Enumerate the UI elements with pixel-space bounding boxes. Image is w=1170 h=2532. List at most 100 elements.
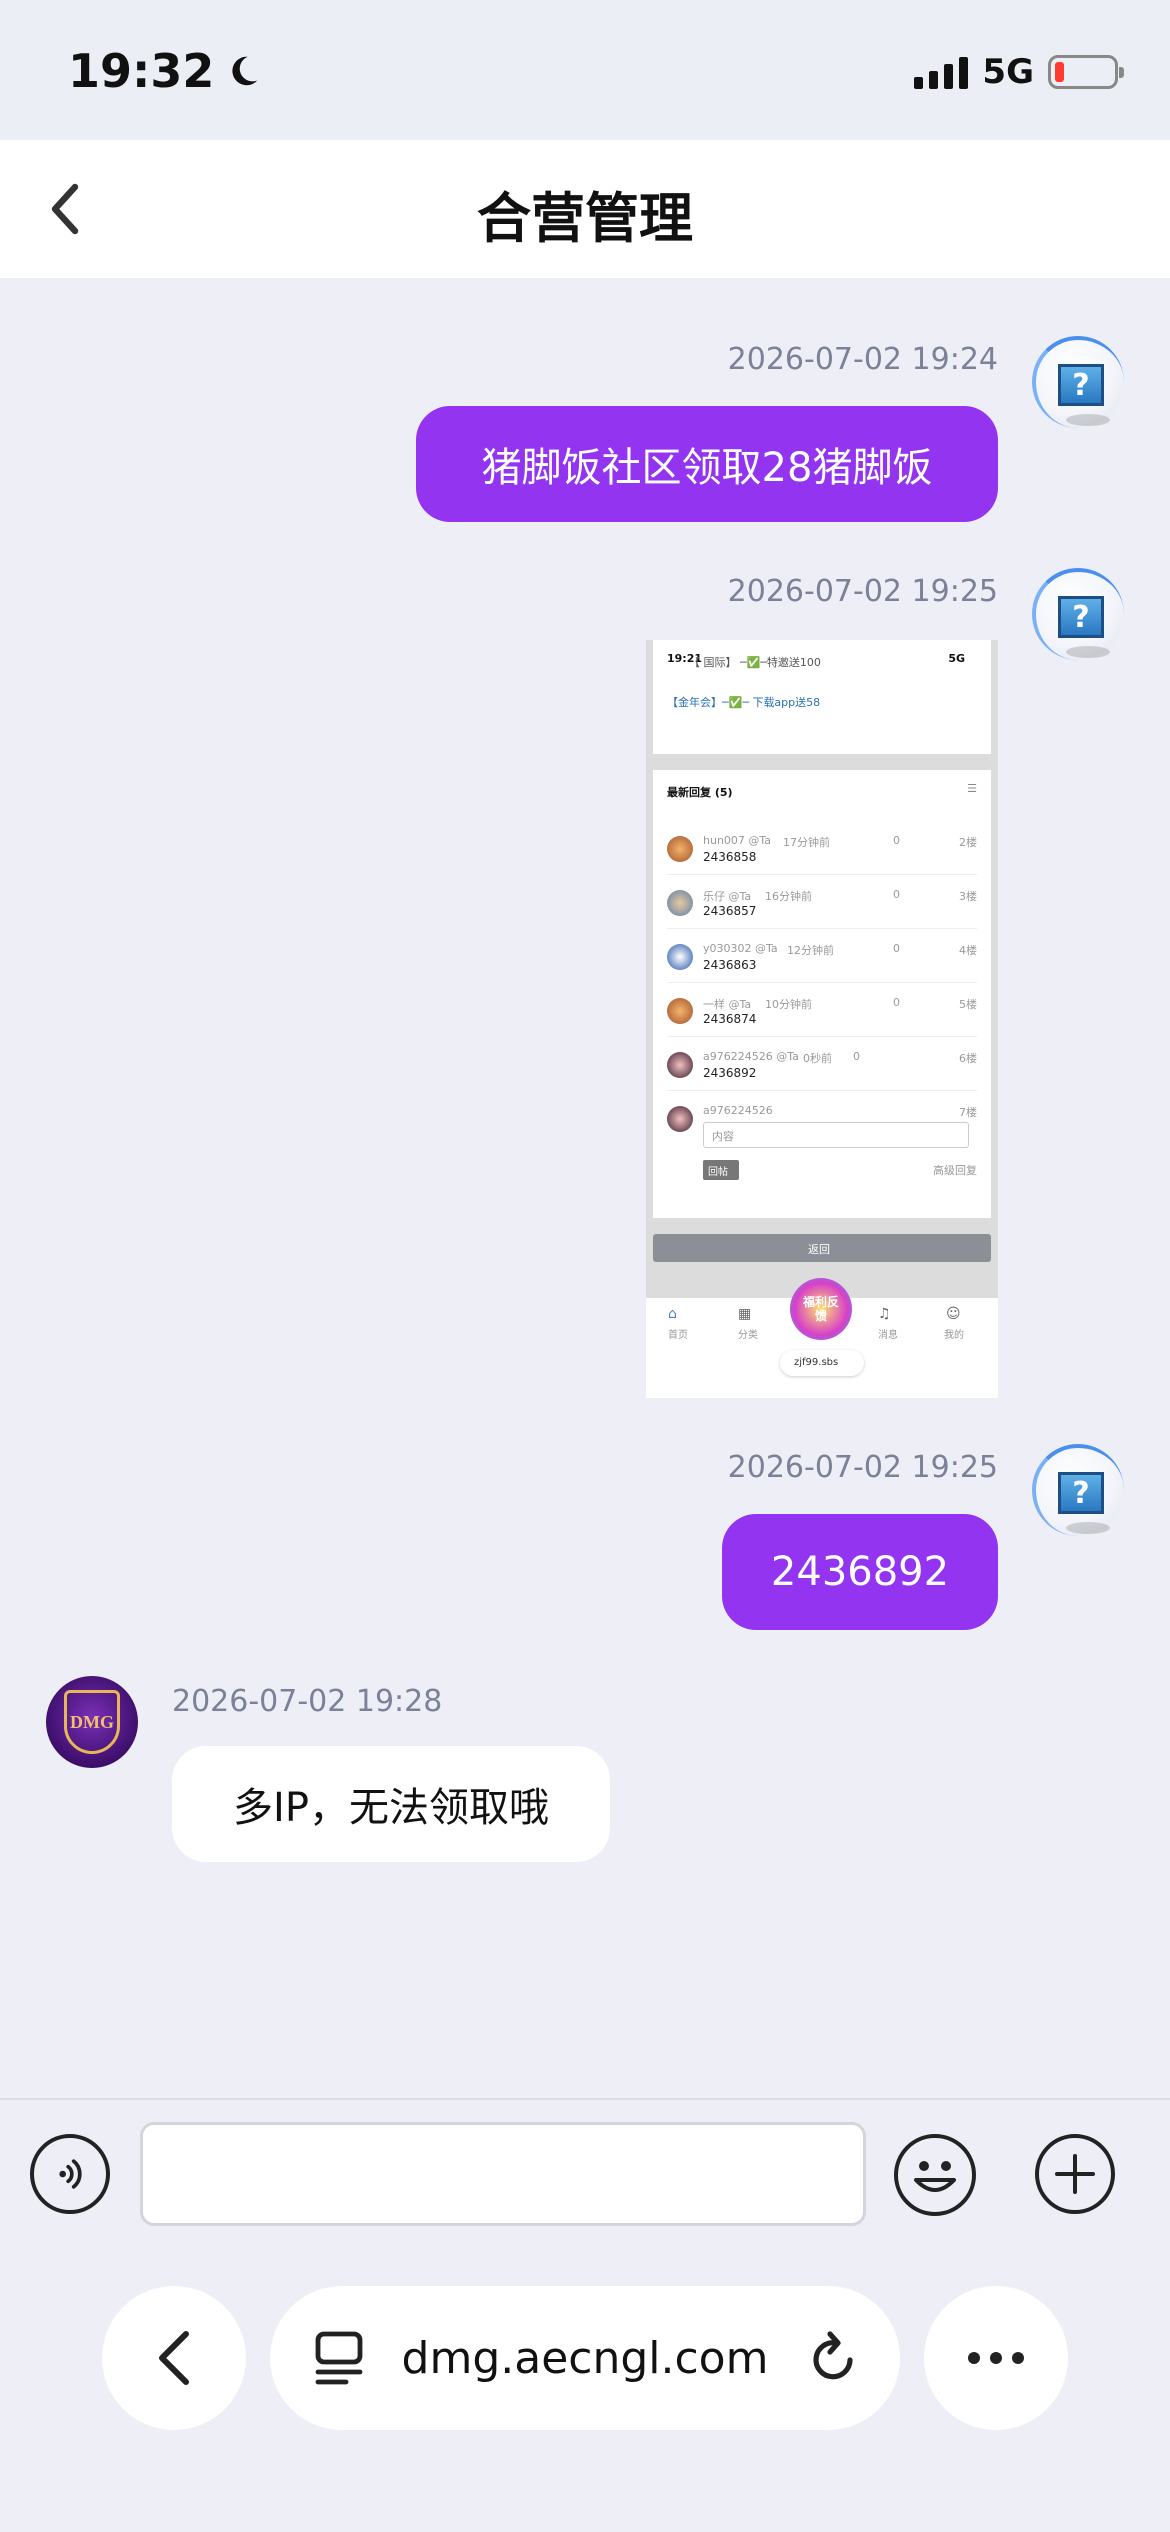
user-avatar[interactable]: ? bbox=[1032, 568, 1124, 660]
reply-user: y030302 @Ta bbox=[703, 942, 778, 955]
screenshot-promo-1: 【 国际】 ─✅─特邀送100 bbox=[689, 656, 821, 669]
voice-icon bbox=[59, 2159, 82, 2189]
tab-messages: 消息 bbox=[878, 1330, 898, 1341]
person-icon: ☺ bbox=[946, 1306, 961, 1322]
screenshot-replies-title: 最新回复 (5) bbox=[667, 786, 733, 799]
plus-icon bbox=[1055, 2154, 1095, 2194]
browser-back-button[interactable] bbox=[102, 2286, 246, 2430]
message-timestamp: 2026-07-02 19:25 bbox=[727, 574, 998, 609]
message-bubble-outgoing[interactable]: 2436892 bbox=[722, 1514, 998, 1630]
reply-floor: 5楼 bbox=[959, 998, 977, 1011]
question-mark-icon: ? bbox=[1058, 596, 1104, 638]
tab-category: 分类 bbox=[738, 1330, 758, 1341]
add-attachment-button[interactable] bbox=[1035, 2134, 1115, 2214]
reload-icon[interactable] bbox=[808, 2330, 860, 2386]
message-bubble-outgoing[interactable]: 猪脚饭社区领取28猪脚饭 bbox=[416, 406, 998, 522]
reply-likes: 0 bbox=[893, 996, 900, 1009]
screenshot-back-label: 返回 bbox=[808, 1243, 830, 1256]
message-timestamp: 2026-07-02 19:28 bbox=[172, 1684, 443, 1719]
reply-likes: 0 bbox=[853, 1050, 860, 1063]
message-timestamp: 2026-07-02 19:24 bbox=[727, 342, 998, 377]
reply-avatar bbox=[667, 836, 693, 862]
sort-icon: ☰ bbox=[967, 782, 977, 795]
screenshot-replies-card: 最新回复 (5) ☰ hun007 @Ta 17分钟前 0 2楼 2436858… bbox=[653, 770, 991, 1218]
question-mark-icon: ? bbox=[1058, 364, 1104, 406]
reply-form-user: a976224526 bbox=[703, 1104, 773, 1117]
reply-user: 一样 @Ta bbox=[703, 998, 752, 1011]
reply-avatar bbox=[667, 1106, 693, 1132]
screenshot-promo-2: 【金年会】─✅─ 下载app送58 bbox=[667, 696, 821, 709]
address-bar[interactable]: dmg.aecngl.com bbox=[270, 2286, 900, 2430]
dmg-logo: DMG bbox=[64, 1690, 120, 1754]
page-menu-icon bbox=[315, 2331, 363, 2385]
reply-content-placeholder: 内容 bbox=[712, 1130, 734, 1143]
reply-submit-button[interactable]: 回帖 bbox=[703, 1160, 739, 1180]
status-bar: 19:32 5G bbox=[0, 0, 1170, 140]
screenshot-url: zjf99.sbs bbox=[794, 1357, 839, 1368]
advanced-reply-link[interactable]: 高级回复 bbox=[933, 1162, 977, 1178]
message-input[interactable] bbox=[140, 2122, 866, 2226]
reply-floor: 2楼 bbox=[959, 836, 977, 849]
battery-icon bbox=[1048, 55, 1124, 89]
question-mark-icon: ? bbox=[1058, 1472, 1104, 1514]
moon-icon bbox=[232, 56, 258, 86]
screenshot-promo-card: 19:21 【 国际】 ─✅─特邀送100 5G 【金年会】─✅─ 下载app送… bbox=[653, 640, 991, 754]
welfare-feedback-badge[interactable]: 福利反馈 bbox=[790, 1278, 852, 1340]
reply-submit-label: 回帖 bbox=[708, 1167, 728, 1178]
more-options-button[interactable] bbox=[924, 2286, 1068, 2430]
message-bubble-incoming[interactable]: 多IP，无法领取哦 bbox=[172, 1746, 610, 1862]
address-url: dmg.aecngl.com bbox=[401, 2332, 769, 2384]
grid-icon: ▦ bbox=[738, 1306, 752, 1322]
reply-avatar bbox=[667, 998, 693, 1024]
voice-button[interactable] bbox=[30, 2134, 110, 2214]
reply-likes: 0 bbox=[893, 888, 900, 901]
reply-floor: 6楼 bbox=[959, 1052, 977, 1065]
screenshot-network: 5G bbox=[948, 652, 965, 665]
reply-ago: 12分钟前 bbox=[787, 944, 834, 957]
smiley-icon bbox=[914, 2161, 956, 2192]
user-avatar[interactable]: ? bbox=[1032, 336, 1124, 428]
reply-floor: 3楼 bbox=[959, 890, 977, 903]
reply-floor: 4楼 bbox=[959, 944, 977, 957]
screenshot-tab-bar: ⌂ 首页 ▦ 分类 福利反馈 ♫ 消息 ☺ 我的 zjf99.sbs bbox=[646, 1278, 998, 1398]
reply-content: 2436892 bbox=[703, 1066, 757, 1080]
reply-content: 2436863 bbox=[703, 958, 757, 972]
network-label: 5G bbox=[982, 52, 1034, 92]
reply-content-input[interactable]: 内容 bbox=[703, 1122, 969, 1148]
page-title: 合营管理 bbox=[477, 187, 693, 250]
reply-ago: 10分钟前 bbox=[765, 998, 812, 1011]
user-avatar[interactable]: ? bbox=[1032, 1444, 1124, 1536]
status-time: 19:32 bbox=[68, 44, 262, 98]
reply-content: 2436874 bbox=[703, 1012, 757, 1026]
reply-user: hun007 @Ta bbox=[703, 834, 772, 847]
welfare-feedback-label: 福利反馈 bbox=[802, 1295, 839, 1323]
image-message[interactable]: 19:21 【 国际】 ─✅─特邀送100 5G 【金年会】─✅─ 下载app送… bbox=[646, 640, 998, 1398]
status-time-text: 19:32 bbox=[68, 44, 215, 98]
reply-ago: 17分钟前 bbox=[783, 836, 830, 849]
signal-icon bbox=[914, 55, 969, 89]
reply-ago: 0秒前 bbox=[803, 1052, 832, 1065]
reply-content: 2436857 bbox=[703, 904, 757, 918]
reply-form-floor: 7楼 bbox=[959, 1106, 977, 1119]
reply-user: a976224526 @Ta bbox=[703, 1050, 799, 1063]
screenshot-back-button[interactable]: 返回 bbox=[653, 1234, 991, 1262]
chevron-left-icon bbox=[159, 2331, 189, 2385]
nav-bar: 合营管理 bbox=[0, 140, 1170, 278]
reply-likes: 0 bbox=[893, 834, 900, 847]
reply-ago: 16分钟前 bbox=[765, 890, 812, 903]
home-icon: ⌂ bbox=[668, 1306, 677, 1322]
emoji-button[interactable] bbox=[894, 2134, 976, 2216]
tab-home: 首页 bbox=[668, 1330, 688, 1341]
tab-mine: 我的 bbox=[944, 1330, 964, 1341]
reply-avatar bbox=[667, 890, 693, 916]
reply-avatar bbox=[667, 1052, 693, 1078]
reply-likes: 0 bbox=[893, 942, 900, 955]
reply-content: 2436858 bbox=[703, 850, 757, 864]
message-timestamp: 2026-07-02 19:25 bbox=[727, 1450, 998, 1485]
browser-toolbar: dmg.aecngl.com bbox=[0, 2230, 1170, 2532]
status-indicators: 5G bbox=[914, 52, 1124, 92]
reply-avatar bbox=[667, 944, 693, 970]
more-icon bbox=[968, 2352, 1024, 2364]
bell-icon: ♫ bbox=[878, 1306, 891, 1322]
agent-avatar[interactable]: DMG bbox=[46, 1676, 138, 1768]
